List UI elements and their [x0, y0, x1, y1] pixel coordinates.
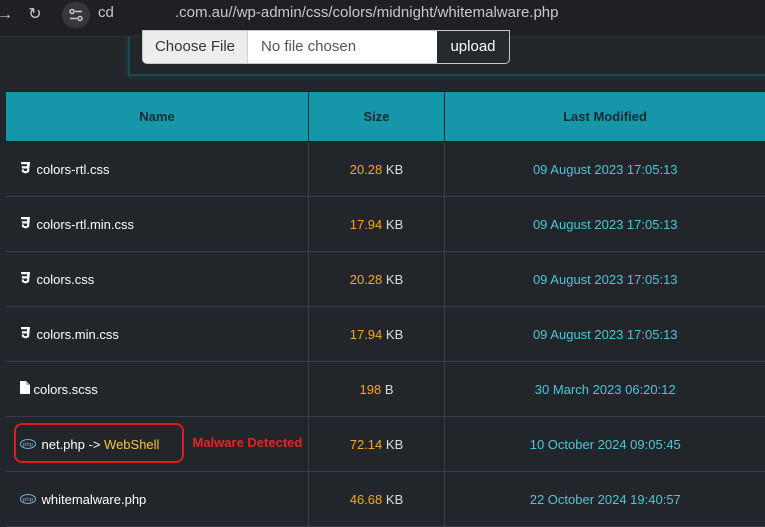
- table-header-row: Name Size Last Modified: [6, 92, 765, 142]
- size-value: 20.28: [350, 162, 383, 177]
- size-value: 198: [360, 382, 382, 397]
- file-name[interactable]: colors.scss: [34, 382, 98, 397]
- file-size-cell: 20.28 KB: [309, 252, 445, 307]
- svg-text:php: php: [22, 442, 33, 448]
- address-bar-url[interactable]: .com.au//wp-admin/css/colors/midnight/wh…: [175, 4, 559, 21]
- file-name-cell[interactable]: php whitemalware.php: [6, 472, 309, 527]
- file-name-cell[interactable]: colors-rtl.css: [6, 142, 309, 197]
- table-row: colors-rtl.css 20.28 KB 09 August 2023 1…: [6, 142, 765, 197]
- size-unit: KB: [386, 492, 403, 507]
- file-size-cell: 198 B: [309, 362, 445, 417]
- file-name[interactable]: colors.min.css: [37, 327, 119, 342]
- file-upload-form: Choose File No file chosen upload: [142, 30, 510, 64]
- reload-icon[interactable]: ↻: [24, 4, 46, 26]
- css3-icon: [20, 161, 31, 177]
- svg-text:php: php: [22, 497, 33, 503]
- php-icon: php: [20, 437, 36, 452]
- size-unit: KB: [386, 437, 403, 452]
- size-value: 17.94: [350, 327, 383, 342]
- table-row: colors.min.css 17.94 KB 09 August 2023 1…: [6, 307, 765, 362]
- table-row: colors.scss 198 B 30 March 2023 06:20:12: [6, 362, 765, 417]
- table-row: php whitemalware.php 46.68 KB 22 October …: [6, 472, 765, 527]
- php-icon: php: [20, 492, 36, 507]
- size-unit: B: [385, 382, 394, 397]
- modified-date: 09 August 2023 17:05:13: [445, 252, 765, 307]
- modified-date: 09 August 2023 17:05:13: [445, 307, 765, 362]
- modified-date: 09 August 2023 17:05:13: [445, 142, 765, 197]
- css3-icon: [20, 216, 31, 232]
- file-name[interactable]: colors-rtl.css: [37, 162, 110, 177]
- size-value: 46.68: [350, 492, 383, 507]
- size-unit: KB: [386, 162, 403, 177]
- webshell-tag: WebShell: [104, 437, 159, 452]
- url-prefix[interactable]: cd: [98, 4, 114, 21]
- modified-date: 10 October 2024 09:05:45: [445, 417, 765, 472]
- no-file-chosen-label: No file chosen: [261, 31, 356, 62]
- modified-date: 30 March 2023 06:20:12: [445, 362, 765, 417]
- choose-file-button[interactable]: Choose File: [143, 31, 248, 63]
- file-size-cell: 20.28 KB: [309, 142, 445, 197]
- file-name-cell[interactable]: colors.css: [6, 252, 309, 307]
- css3-icon: [20, 271, 31, 287]
- upload-button[interactable]: upload: [437, 31, 509, 63]
- name-column-header[interactable]: Name: [6, 92, 309, 142]
- size-value: 72.14: [350, 437, 383, 452]
- modified-date: 22 October 2024 19:40:57: [445, 472, 765, 527]
- file-size-cell: 72.14 KB: [309, 417, 445, 472]
- css3-icon: [20, 326, 31, 342]
- file-name[interactable]: colors.css: [37, 272, 95, 287]
- file-name[interactable]: colors-rtl.min.css: [37, 217, 135, 232]
- malware-detected-label: Malware Detected: [193, 435, 303, 450]
- size-unit: KB: [386, 327, 403, 342]
- table-row: phpnet.php -> WebShell Malware Detected …: [6, 417, 765, 472]
- file-name[interactable]: whitemalware.php: [42, 492, 147, 507]
- modified-column-header[interactable]: Last Modified: [445, 92, 765, 142]
- file-size-cell: 17.94 KB: [309, 307, 445, 362]
- size-unit: KB: [386, 217, 403, 232]
- file-table: Name Size Last Modified colors-rtl.css 2…: [5, 91, 765, 527]
- file-icon: [20, 381, 30, 397]
- file-size-cell: 46.68 KB: [309, 472, 445, 527]
- site-settings-icon[interactable]: [62, 2, 90, 28]
- forward-arrow-icon[interactable]: →: [0, 4, 16, 26]
- file-name-cell[interactable]: php net.php -> WebShell Malware Detected: [6, 417, 309, 472]
- file-name-cell[interactable]: colors-rtl.min.css: [6, 197, 309, 252]
- file-name[interactable]: net.php ->: [42, 437, 105, 452]
- size-column-header[interactable]: Size: [309, 92, 445, 142]
- table-row: colors.css 20.28 KB 09 August 2023 17:05…: [6, 252, 765, 307]
- file-size-cell: 17.94 KB: [309, 197, 445, 252]
- file-name-cell[interactable]: colors.scss: [6, 362, 309, 417]
- size-value: 20.28: [350, 272, 383, 287]
- size-unit: KB: [386, 272, 403, 287]
- file-name-cell[interactable]: colors.min.css: [6, 307, 309, 362]
- size-value: 17.94: [350, 217, 383, 232]
- modified-date: 09 August 2023 17:05:13: [445, 197, 765, 252]
- table-row: colors-rtl.min.css 17.94 KB 09 August 20…: [6, 197, 765, 252]
